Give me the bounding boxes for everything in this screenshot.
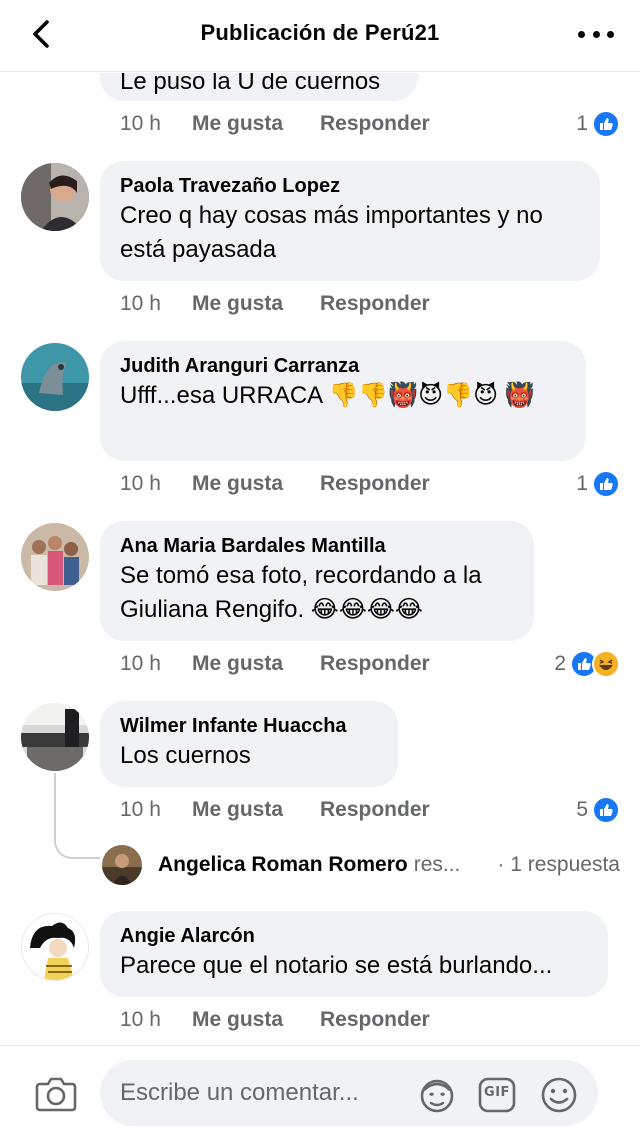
reaction-summary[interactable]: 1: [576, 469, 620, 499]
comment-time: 10 h: [120, 292, 161, 315]
gif-label: GIF: [484, 1085, 510, 1100]
comment-input[interactable]: [120, 1076, 410, 1110]
comment-actions: 10 h Me gusta Responder: [120, 1005, 430, 1035]
reply-button[interactable]: Responder: [320, 112, 430, 136]
reaction-summary[interactable]: 5: [576, 795, 620, 825]
reply-verb: res...: [413, 853, 461, 876]
thumbs-up-icon: [592, 470, 620, 498]
like-button[interactable]: Me gusta: [192, 472, 320, 496]
page-title: Publicación de Perú21: [200, 20, 440, 45]
comment-text: Los cuernos: [120, 742, 251, 769]
comment-item: Paola Travezaño Lopez Creo q hay cosas m…: [0, 161, 640, 331]
comment-item: Wilmer Infante Huaccha Los cuernos 10 h …: [0, 701, 640, 891]
comment-item: Judith Aranguri Carranza Ufff...esa URRA…: [0, 341, 640, 511]
comment-actions: 10 h Me gusta Responder: [120, 109, 430, 139]
comment-bubble: Ana Maria Bardales Mantilla Se tomó esa …: [100, 521, 534, 641]
thumbs-up-icon: [592, 796, 620, 824]
reaction-count: 2: [554, 652, 566, 675]
comment-composer: GIF: [0, 1045, 640, 1137]
comment-bubble: Judith Aranguri Carranza Ufff...esa URRA…: [100, 341, 586, 461]
comment-actions: 10 h Me gusta Responder: [120, 649, 430, 679]
reply-author: Angelica Roman Romero: [158, 853, 408, 876]
like-button[interactable]: Me gusta: [192, 652, 320, 676]
comment-bubble: Paola Travezaño Lopez Creo q hay cosas m…: [100, 161, 600, 281]
thumbs-up-icon: [592, 110, 620, 138]
reaction-summary[interactable]: 2: [554, 649, 620, 679]
comment-item: Ana Maria Bardales Mantilla Se tomó esa …: [0, 521, 640, 691]
gif-button[interactable]: GIF: [478, 1076, 516, 1114]
top-bar: Publicación de Perú21: [0, 0, 640, 72]
comment-time: 10 h: [120, 798, 161, 821]
camera-button[interactable]: [34, 1074, 78, 1114]
more-options-button[interactable]: [578, 22, 614, 46]
avatar[interactable]: [21, 913, 89, 981]
haha-reaction-icon: [592, 650, 620, 678]
smiley-icon[interactable]: [540, 1076, 578, 1114]
like-button[interactable]: Me gusta: [192, 292, 320, 316]
comment-bubble: Le puso la U de cuernos: [100, 73, 418, 101]
reply-button[interactable]: Responder: [320, 472, 430, 496]
reply-button[interactable]: Responder: [320, 292, 430, 316]
comment-author[interactable]: Ana Maria Bardales Mantilla: [120, 533, 514, 559]
reaction-summary[interactable]: 1: [576, 109, 620, 139]
comment-time: 10 h: [120, 1008, 161, 1031]
comment-author[interactable]: Paola Travezaño Lopez: [120, 173, 580, 199]
comment-text: Ufff...esa URRACA 👎👎👹😈👎😈 👹: [120, 382, 535, 409]
avatar[interactable]: [21, 163, 89, 231]
comment-author[interactable]: Angie Alarcón: [120, 923, 588, 949]
avatar[interactable]: [21, 343, 89, 411]
comment-input-box[interactable]: GIF: [100, 1060, 598, 1126]
comment-bubble: Wilmer Infante Huaccha Los cuernos: [100, 701, 398, 787]
camera-icon: [35, 1077, 77, 1112]
avatar: [102, 845, 142, 885]
comment-text: Parece que el notario se está burlando..…: [120, 952, 553, 979]
comment-text: Se tomó esa foto, recordando a la Giulia…: [120, 562, 482, 623]
comment-author[interactable]: Wilmer Infante Huaccha: [120, 713, 378, 739]
comment-text: Creo q hay cosas más importantes y no es…: [120, 202, 543, 263]
comment-time: 10 h: [120, 652, 161, 675]
comment-item: Angie Alarcón Parece que el notario se e…: [0, 911, 640, 1045]
reply-count: · 1 respuesta: [497, 853, 620, 876]
reaction-count: 5: [576, 798, 588, 821]
thread-connector: [54, 773, 100, 859]
avatar[interactable]: [21, 523, 89, 591]
reaction-count: 1: [576, 472, 588, 495]
reply-button[interactable]: Responder: [320, 798, 430, 822]
reaction-count: 1: [576, 112, 588, 135]
like-button[interactable]: Me gusta: [192, 112, 320, 136]
more-dot: [607, 30, 614, 38]
like-button[interactable]: Me gusta: [192, 1008, 320, 1032]
like-button[interactable]: Me gusta: [192, 798, 320, 822]
comment-time: 10 h: [120, 112, 161, 135]
comment-time: 10 h: [120, 472, 161, 495]
comment-actions: 10 h Me gusta Responder: [120, 795, 430, 825]
avatar[interactable]: [21, 703, 89, 771]
reply-button[interactable]: Responder: [320, 652, 430, 676]
avatar-sticker-icon[interactable]: [418, 1076, 456, 1114]
comment-text: Le puso la U de cuernos: [120, 73, 381, 95]
comment-actions: 10 h Me gusta Responder: [120, 289, 430, 319]
comment-item: Le puso la U de cuernos 10 h Me gusta Re…: [0, 73, 640, 153]
comment-actions: 10 h Me gusta Responder: [120, 469, 430, 499]
reply-preview[interactable]: Angelica Roman Romero res... · 1 respues…: [102, 843, 620, 887]
more-horizontal-icon: [578, 30, 585, 38]
comments-list[interactable]: Le puso la U de cuernos 10 h Me gusta Re…: [0, 73, 640, 1045]
reply-button[interactable]: Responder: [320, 1008, 430, 1032]
more-dot: [592, 30, 600, 38]
comment-bubble: Angie Alarcón Parece que el notario se e…: [100, 911, 608, 997]
comment-author[interactable]: Judith Aranguri Carranza: [120, 353, 566, 379]
